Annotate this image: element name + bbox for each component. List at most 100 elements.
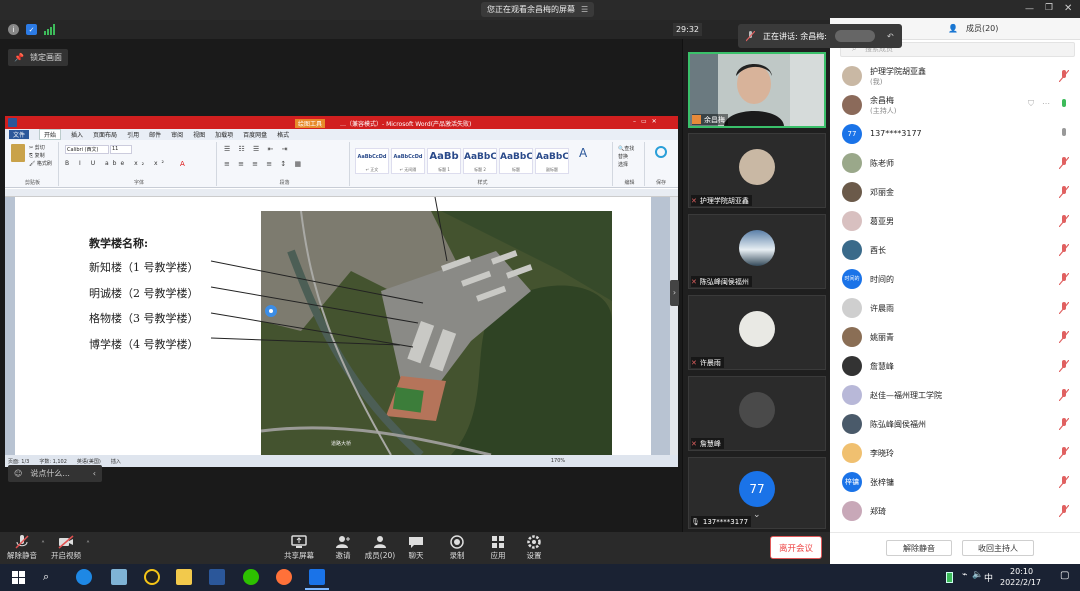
member-row[interactable]: 陈老师 xyxy=(830,148,1080,177)
video-tile[interactable]: ✕ 护理学院胡亚鑫 xyxy=(688,133,826,208)
firefox-icon[interactable] xyxy=(276,569,292,585)
video-tile[interactable]: 77 🎙 137****3177 ⌄ xyxy=(688,457,826,529)
members-button[interactable]: 成员(20) xyxy=(360,535,400,563)
apps-button[interactable]: 应用 xyxy=(478,535,518,563)
member-row[interactable]: 梓镛 张梓镛 xyxy=(830,467,1080,496)
mic-muted-icon[interactable] xyxy=(1059,505,1069,517)
member-row[interactable]: 葛亚男 xyxy=(830,206,1080,235)
member-row[interactable]: 邓丽金 xyxy=(830,177,1080,206)
font-name-select[interactable]: Calibri (西文) xyxy=(65,145,109,154)
style-nospacing[interactable]: AaBbCcDd ↵ 无间隔 xyxy=(391,148,425,174)
mic-muted-icon[interactable] xyxy=(1059,273,1069,285)
reclaim-host-button[interactable]: 收回主持人 xyxy=(962,540,1034,556)
mic-muted-icon[interactable] xyxy=(1059,447,1069,459)
video-tile[interactable]: ✕ 詹慧峰 xyxy=(688,376,826,451)
save-cloud-icon[interactable] xyxy=(655,146,667,158)
member-row[interactable]: 时间的 时间的 xyxy=(830,264,1080,293)
tab-members[interactable]: 成员(20) xyxy=(966,23,998,34)
tencent-meeting-icon[interactable] xyxy=(309,569,325,585)
chevron-up-icon[interactable]: ˄ xyxy=(41,540,45,549)
collapse-handle[interactable]: › xyxy=(670,280,679,306)
member-row[interactable]: 李晓玲 xyxy=(830,438,1080,467)
smile-icon[interactable]: ☺ xyxy=(14,469,22,478)
unmute-all-button[interactable]: 解除静音 xyxy=(886,540,952,556)
member-row[interactable]: 77 137****3177 xyxy=(830,119,1080,148)
member-row[interactable]: 姚丽青 xyxy=(830,322,1080,351)
style-heading1[interactable]: AaBb 标题 1 xyxy=(427,148,461,174)
back-arrow-icon[interactable]: ↶ xyxy=(887,32,894,41)
folder-icon[interactable] xyxy=(176,569,192,585)
word-tab[interactable]: 审阅 xyxy=(171,130,183,139)
volume-icon[interactable]: 🔈 xyxy=(972,570,983,580)
leave-meeting-button[interactable]: 离开会议 xyxy=(770,536,822,559)
qq-icon[interactable] xyxy=(144,569,160,585)
font-format-icons[interactable]: B I U abe x₂ x² xyxy=(65,160,168,167)
search-icon[interactable]: ⌕ xyxy=(43,570,49,584)
minimize-icon[interactable]: — xyxy=(1025,4,1034,14)
word-tab[interactable]: 插入 xyxy=(71,130,83,139)
style-normal[interactable]: AaBbCcDd ↵ 正文 xyxy=(355,148,389,174)
align-icons[interactable]: ≡ ≡ ≡ ≡ ↕ ▦ xyxy=(224,160,304,168)
mic-muted-icon[interactable] xyxy=(1059,476,1069,488)
video-tile[interactable]: ✕ 许晨雨 xyxy=(688,295,826,370)
word-tab[interactable]: 邮件 xyxy=(149,130,161,139)
chevron-down-icon[interactable]: ⌄ xyxy=(753,510,761,520)
chevron-left-icon[interactable]: ‹ xyxy=(93,469,96,478)
record-button[interactable]: 录制 xyxy=(437,535,477,563)
mic-muted-icon[interactable] xyxy=(1059,186,1069,198)
settings-button[interactable]: 设置 xyxy=(514,535,554,563)
close-icon[interactable]: ✕ xyxy=(1064,3,1072,14)
member-row[interactable]: 许晨雨 xyxy=(830,293,1080,322)
chevron-up-icon[interactable]: ˄ xyxy=(86,540,90,549)
mic-muted-icon[interactable] xyxy=(1059,70,1069,82)
word-tab[interactable]: 页面布局 xyxy=(93,130,117,139)
mic-muted-icon[interactable] xyxy=(1059,331,1069,343)
mic-muted-icon[interactable] xyxy=(1059,244,1069,256)
mic-muted-icon[interactable] xyxy=(1059,302,1069,314)
mic-icon[interactable] xyxy=(1059,128,1069,140)
mic-muted-icon[interactable] xyxy=(1059,360,1069,372)
ie-browser-icon[interactable] xyxy=(76,569,92,585)
word-window-controls[interactable]: –▭✕ xyxy=(633,118,662,125)
member-row[interactable]: 余昌梅 (主持人) ⛉ ⋯ xyxy=(830,90,1080,119)
chat-button[interactable]: 聊天 xyxy=(396,535,436,563)
member-row[interactable]: 赵佳—福州理工学院 xyxy=(830,380,1080,409)
member-row[interactable]: 郑琦 xyxy=(830,496,1080,525)
word-tab[interactable]: 百度网盘 xyxy=(243,130,267,139)
member-row[interactable]: 陈弘峰闽侯福州 xyxy=(830,409,1080,438)
restore-icon[interactable]: ❐ xyxy=(1045,3,1053,13)
lock-view-button[interactable]: 📌 锁定画面 xyxy=(8,49,68,66)
member-row[interactable]: 詹慧峰 xyxy=(830,351,1080,380)
word-tab[interactable]: 加载项 xyxy=(215,130,233,139)
network-icon[interactable]: ⌁ xyxy=(962,570,967,580)
invite-button[interactable]: 邀请 xyxy=(323,535,363,563)
windows-start-icon[interactable] xyxy=(12,571,25,584)
more-icon[interactable]: ⋯ xyxy=(1042,99,1050,108)
signal-icon[interactable] xyxy=(44,24,56,35)
share-screen-button[interactable]: 共享屏幕 xyxy=(279,535,319,563)
vertical-scrollbar[interactable] xyxy=(670,197,678,455)
shield-icon[interactable]: ✓ xyxy=(26,24,37,35)
word-tab[interactable]: 文件 xyxy=(9,130,30,139)
mic-muted-icon[interactable] xyxy=(1059,215,1069,227)
mic-muted-icon[interactable] xyxy=(1059,389,1069,401)
ime-indicator[interactable]: 中 xyxy=(984,571,993,584)
info-icon[interactable]: i xyxy=(8,24,19,35)
mic-muted-icon[interactable] xyxy=(1059,157,1069,169)
word-tab[interactable]: 视图 xyxy=(193,130,205,139)
status-zoom[interactable]: 170% xyxy=(551,458,565,464)
battery-icon[interactable] xyxy=(946,572,953,583)
menu-icon[interactable]: ☰ xyxy=(581,5,588,14)
change-styles-icon[interactable]: A xyxy=(579,146,587,160)
clock-date[interactable]: 2022/2/17 xyxy=(1000,578,1041,587)
mic-muted-icon[interactable] xyxy=(1059,418,1069,430)
wechat-icon[interactable] xyxy=(243,569,259,585)
word-tab[interactable]: 格式 xyxy=(277,130,289,139)
mic-icon[interactable] xyxy=(1059,99,1069,111)
video-button[interactable]: 开启视频 xyxy=(46,535,86,563)
list-icons[interactable]: ☰ ☷ ☰ ⇤ ⇥ xyxy=(224,145,290,153)
word-tab[interactable]: 开始 xyxy=(39,129,62,140)
video-tile[interactable]: ✕ 陈弘峰闽侯福州 xyxy=(688,214,826,289)
word-tab[interactable]: 引用 xyxy=(127,130,139,139)
paste-icon[interactable] xyxy=(11,144,25,162)
